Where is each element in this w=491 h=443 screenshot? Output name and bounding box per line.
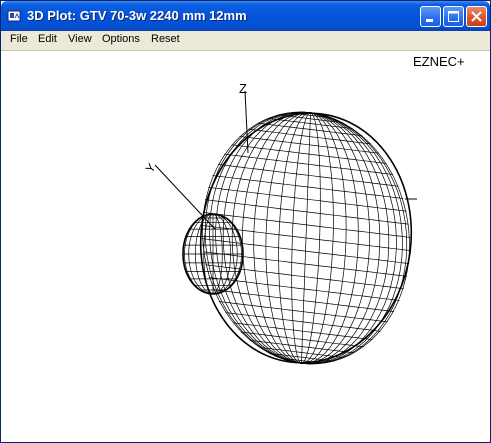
back-lobe xyxy=(182,213,244,295)
main-lobe xyxy=(199,111,413,365)
z-axis-label: Z xyxy=(239,81,247,96)
z-axis xyxy=(244,90,249,154)
plot-window: 3D Plot: GTV 70-3w 2240 mm 12mm File Edi… xyxy=(0,0,491,443)
y-axis-label: Y xyxy=(143,161,159,176)
mesh-line xyxy=(301,112,397,365)
pattern-plot: Z Y xyxy=(143,81,417,365)
mesh-line xyxy=(201,225,411,251)
mesh-line xyxy=(301,112,359,364)
mesh-line xyxy=(253,112,311,364)
mesh-line xyxy=(215,111,311,364)
